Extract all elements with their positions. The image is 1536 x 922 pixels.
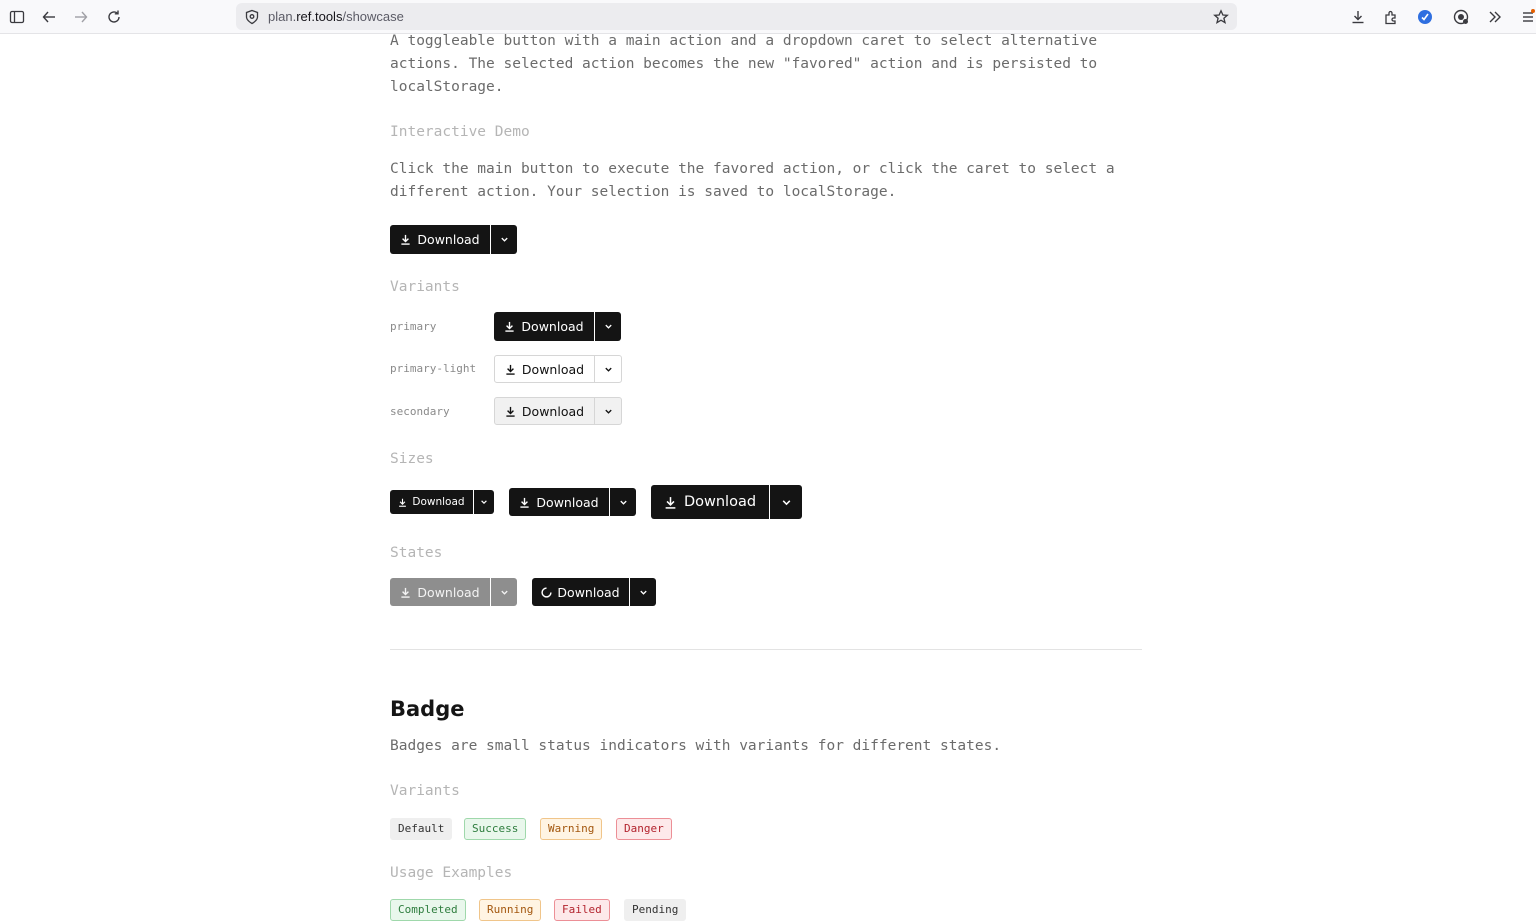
interactive-demo-description: Click the main button to execute the fav… [390, 161, 1115, 200]
download-label: Download [521, 403, 585, 419]
sizes-heading: Sizes [390, 451, 434, 467]
variant-label-secondary: secondary [390, 405, 450, 418]
address-bar[interactable]: plan.ref.tools/showcase [236, 3, 1237, 30]
account-extension-icon[interactable] [1451, 7, 1471, 27]
dropdown-caret-button[interactable] [595, 312, 621, 341]
dropdown-caret-button[interactable] [770, 485, 802, 519]
section-divider [390, 649, 1142, 650]
download-button[interactable]: Download [494, 397, 595, 425]
badge-danger: Danger [616, 818, 672, 840]
dropdown-caret-button[interactable] [610, 488, 636, 516]
download-label: Download [521, 361, 585, 377]
dropdown-caret-button[interactable] [630, 578, 656, 606]
download-icon [504, 321, 515, 332]
download-button[interactable]: Download [390, 225, 490, 254]
badge-section-title: Badge [390, 697, 465, 721]
spinner-icon [541, 586, 553, 598]
medium-split-button: Download [509, 488, 636, 516]
badge-variants-heading: Variants [390, 783, 460, 799]
reload-icon[interactable] [104, 7, 124, 27]
download-icon [398, 498, 407, 507]
large-split-button: Download [651, 485, 802, 519]
primary-split-button: Download [494, 312, 621, 341]
chevron-down-icon [619, 498, 628, 507]
secondary-split-button: Download [494, 397, 622, 425]
download-button[interactable]: Download [494, 312, 594, 341]
url-text[interactable]: plan.ref.tools/showcase [268, 9, 404, 24]
forward-arrow-icon[interactable] [71, 7, 91, 27]
download-label: Download [557, 584, 620, 600]
bookmark-star-icon[interactable] [1211, 7, 1231, 27]
dropdown-caret-disabled [491, 578, 517, 606]
download-label: Download [536, 494, 599, 510]
chevron-down-icon [639, 588, 648, 597]
dropdown-caret-button[interactable] [595, 355, 622, 383]
small-split-button: Download [390, 490, 494, 514]
download-button[interactable]: Download [494, 355, 595, 383]
disabled-split-button: Download [390, 578, 517, 606]
variant-label-primary-light: primary-light [390, 362, 477, 375]
download-label: Download [417, 232, 480, 247]
download-icon [400, 234, 411, 245]
download-button[interactable]: Download [390, 490, 473, 514]
interactive-demo-heading: Interactive Demo [390, 124, 530, 140]
split-button-description: A toggleable button with a main action a… [390, 33, 1098, 95]
download-button-loading[interactable]: Download [532, 578, 629, 606]
usage-examples-heading: Usage Examples [390, 865, 513, 881]
download-icon [505, 406, 516, 417]
download-button[interactable]: Download [651, 485, 769, 519]
chevron-down-icon [500, 235, 509, 244]
download-icon [505, 364, 516, 375]
download-icon [400, 587, 411, 598]
badge-running: Running [479, 899, 542, 921]
chevron-down-icon [480, 498, 488, 506]
badge-pending: Pending [624, 899, 687, 921]
chevron-down-icon [604, 407, 613, 416]
overflow-chevrons-icon[interactable] [1485, 7, 1505, 27]
download-label: Download [417, 584, 480, 600]
downloads-icon[interactable] [1348, 7, 1368, 27]
badge-default: Default [390, 818, 453, 840]
dropdown-caret-button[interactable] [491, 225, 517, 254]
download-icon [519, 497, 530, 508]
browser-toolbar: plan.ref.tools/showcase [0, 0, 1536, 34]
states-heading: States [390, 545, 443, 561]
download-label: Download [521, 319, 584, 334]
shield-icon[interactable] [242, 7, 262, 27]
download-icon [664, 496, 677, 509]
badge-description: Badges are small status indicators with … [390, 738, 1002, 754]
badge-failed: Failed [554, 899, 610, 921]
badge-success: Success [464, 818, 527, 840]
variant-label-primary: primary [390, 320, 437, 333]
extensions-icon[interactable] [1381, 7, 1401, 27]
chevron-down-icon [500, 588, 509, 597]
variants-heading: Variants [390, 279, 460, 295]
primary-light-split-button: Download [494, 355, 622, 383]
download-button[interactable]: Download [509, 488, 609, 516]
chevron-down-icon [604, 322, 613, 331]
app-menu-icon[interactable] [1518, 7, 1536, 27]
back-arrow-icon[interactable] [39, 7, 59, 27]
badge-warning: Warning [540, 818, 603, 840]
download-label: Download [412, 496, 465, 508]
download-label: Download [683, 494, 757, 510]
sidebar-toggle-icon[interactable] [7, 7, 27, 27]
download-button-disabled: Download [390, 578, 490, 606]
loading-split-button: Download [532, 578, 656, 606]
chevron-down-icon [781, 497, 792, 508]
dropdown-caret-button[interactable] [474, 490, 494, 514]
badge-completed: Completed [390, 899, 466, 921]
chevron-down-icon [604, 365, 613, 374]
dropdown-caret-button[interactable] [595, 397, 622, 425]
extension-blue-icon[interactable] [1415, 7, 1435, 27]
demo-split-button: Download [390, 225, 517, 254]
